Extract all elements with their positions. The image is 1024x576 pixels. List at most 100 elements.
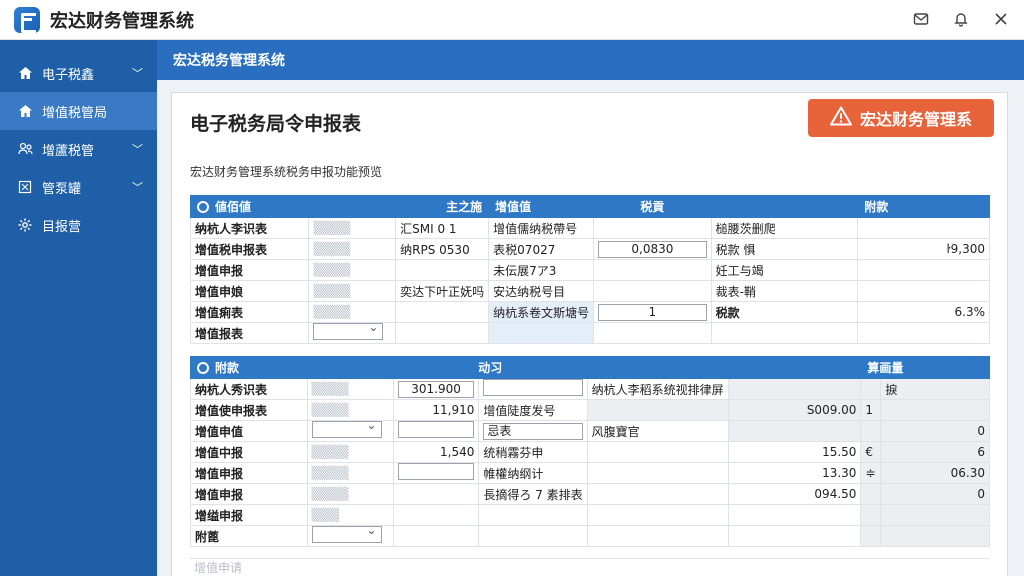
table-cell xyxy=(727,525,862,547)
gear-icon xyxy=(16,218,34,232)
table-cell: 裁表-鞘 xyxy=(710,280,859,302)
close-icon[interactable] xyxy=(988,6,1014,32)
brand-button[interactable]: 宏达财务管理系 xyxy=(808,99,994,137)
blurred-cell: ▒▒▒ xyxy=(306,504,394,526)
table-cell xyxy=(586,504,729,526)
table-cell xyxy=(860,525,882,547)
table-cell xyxy=(593,259,712,281)
text-input[interactable] xyxy=(397,463,475,480)
table-row: 增值申报 ▒▒▒▒ 帷權纳纲计 13.30 ≑ 06.30 xyxy=(190,462,990,484)
table-header-cell xyxy=(710,195,859,218)
table-cell xyxy=(860,420,882,442)
declaration-table: 値佰値 主之施 增值值 税貢 附款 纳杭人李识表 ▒▒▒▒ 汇SMI 0 1 增… xyxy=(189,195,990,344)
payment-table: 附款 动习 算画量 纳杭人秀识表 ▒▒▒▒ 301.900 纳杭人李稻系统视排律… xyxy=(190,356,990,547)
brand-button-label: 宏达财务管理系 xyxy=(859,110,972,129)
table-cell xyxy=(306,525,394,547)
table-cell xyxy=(478,378,588,400)
row-select[interactable] xyxy=(311,421,382,438)
row-select[interactable] xyxy=(311,526,382,543)
value-input[interactable]: 301.900 xyxy=(397,380,475,398)
table-row: 增值报表 xyxy=(189,322,990,344)
table-cell: 15.50 xyxy=(727,441,862,463)
table-cell: 06.30 xyxy=(880,462,990,484)
table-cell xyxy=(395,301,490,323)
table-cell: 未伝展7ア3 xyxy=(488,259,595,281)
blurred-cell: ▒▒▒▒ xyxy=(306,483,394,505)
table-row: 纳杭人秀识表 ▒▒▒▒ 301.900 纳杭人李稻系统视排律屏 捩 xyxy=(190,378,990,400)
blurred-cell: ▒▒▒▒ xyxy=(306,378,394,400)
table-header-cell xyxy=(727,356,862,379)
sidebar-item-label: 增值税管局 xyxy=(42,105,108,121)
table-row: 增值使申报表 ▒▒▒▒ 11,910 增值陡度发号 S009.00 1 xyxy=(190,399,990,421)
text-input[interactable] xyxy=(397,421,475,438)
table-cell: 纳杭系卷文斯塘号 xyxy=(488,301,595,323)
document-icon xyxy=(16,180,34,194)
table-header: 附款 动习 算画量 xyxy=(190,356,990,379)
table-cell xyxy=(857,280,990,302)
mail-icon[interactable] xyxy=(908,6,934,32)
row-select[interactable] xyxy=(313,323,384,340)
table-cell: 0,0830 xyxy=(593,238,712,260)
home-icon xyxy=(16,66,34,80)
sidebar-item-label: 目报营 xyxy=(42,219,82,235)
table-cell xyxy=(880,399,990,421)
people-icon xyxy=(16,142,34,156)
sidebar-item-tax-e[interactable]: 电子税鑫 ﹀ xyxy=(0,54,157,92)
table-cell: ≑ xyxy=(860,462,882,484)
row-label: 增值申报 xyxy=(189,259,310,281)
blurred-cell: ▒▒▒▒ xyxy=(306,399,394,421)
chevron-down-icon: ﹀ xyxy=(132,181,143,194)
table-header-cell: 税貢 xyxy=(593,195,712,218)
table-cell xyxy=(392,504,480,526)
text-input[interactable]: 忌表 xyxy=(483,422,583,440)
table-cell xyxy=(593,322,712,344)
table-cell xyxy=(593,280,712,302)
chevron-down-icon: ﹀ xyxy=(132,143,143,156)
sidebar-item-vat-office[interactable]: 增值税管局 xyxy=(0,92,157,130)
table-cell xyxy=(392,525,480,547)
table-cell: 纳RPS 0530 xyxy=(395,238,490,260)
table-row: 纳杭人李识表 ▒▒▒▒ 汇SMI 0 1 增值儒纳税帶号 槌腰茨删爬 xyxy=(189,217,990,239)
page-title: 电子税务局令申报表 xyxy=(190,113,362,135)
content-header: 宏达税务管理系统 xyxy=(157,40,1024,80)
table-header-cell xyxy=(308,195,397,218)
table-header-cell xyxy=(306,356,394,379)
table-header-cell: 算画量 xyxy=(860,356,990,379)
warning-icon xyxy=(829,106,852,130)
sidebar-item-label: 管泵罐 xyxy=(42,181,82,197)
row-label: 增值报表 xyxy=(189,322,310,344)
row-label: 纳杭人李识表 xyxy=(189,217,310,239)
value-input[interactable]: 1 xyxy=(598,303,707,321)
chevron-down-icon: ﹀ xyxy=(132,67,143,80)
table-header-cell: 动习 xyxy=(392,356,588,379)
table-row: 增值申值 忌表 风腹寶官 0 xyxy=(190,420,990,442)
table-cell: 長摘得ろ 7 素排表 xyxy=(478,483,588,505)
row-label: 增值申报 xyxy=(190,462,308,484)
table-cell xyxy=(392,462,480,484)
blurred-cell: ▒▒▒▒ xyxy=(308,238,397,260)
value-input[interactable]: 0,0830 xyxy=(598,240,707,258)
sidebar-item-report[interactable]: 目报营 xyxy=(0,206,157,244)
table-header-cell: 附款 xyxy=(190,356,308,379)
table-header: 値佰値 主之施 增值值 税貢 附款 xyxy=(189,195,990,218)
blurred-cell: ▒▒▒▒ xyxy=(308,301,397,323)
row-label: 增值中报 xyxy=(190,441,308,463)
table-cell xyxy=(395,259,490,281)
table-cell: 增值陡度发号 xyxy=(478,399,588,421)
text-input[interactable] xyxy=(483,379,583,396)
cut-off-row: 增值申请 xyxy=(190,558,990,576)
sidebar-item-management[interactable]: 管泵罐 ﹀ xyxy=(0,168,157,206)
circle-icon xyxy=(197,362,209,374)
panel-subtitle: 宏达财务管理系统税务申报功能预览 xyxy=(190,165,383,179)
table-cell xyxy=(880,504,990,526)
table-cell: 纳杭人李稻系统视排律屏 xyxy=(586,378,729,400)
row-label: 附蓖 xyxy=(190,525,308,547)
sidebar-item-vat-manage[interactable]: 增蘆税管 ﹀ xyxy=(0,130,157,168)
table-cell: 奕达下叶正妩吗 xyxy=(395,280,490,302)
table-cell xyxy=(392,420,480,442)
bell-icon[interactable] xyxy=(948,6,974,32)
table-cell: 风腹寶官 xyxy=(586,420,729,442)
table-header-cell: 增值值 xyxy=(488,195,595,218)
table-cell: € xyxy=(860,441,882,463)
table-cell xyxy=(727,420,862,442)
